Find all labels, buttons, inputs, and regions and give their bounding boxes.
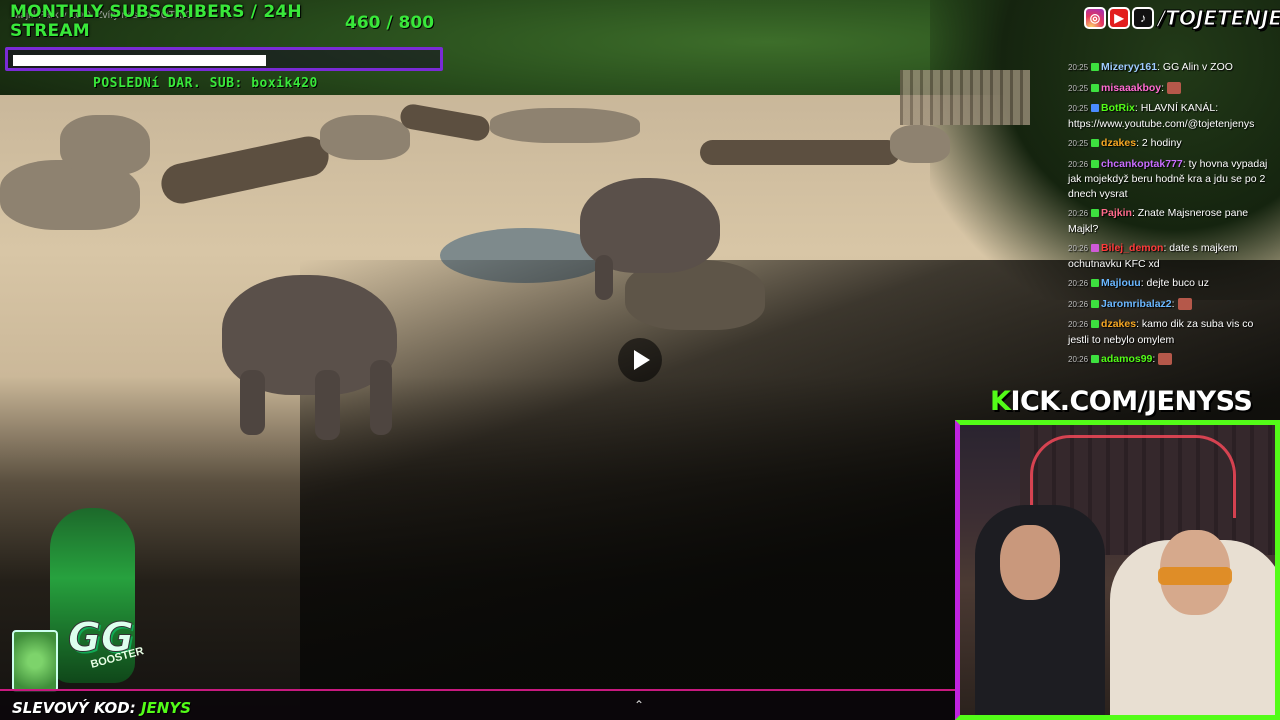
chat-time: 20:26 [1068, 320, 1089, 329]
chat-message: 20:26 Pajkin: Znate Majsnerose pane Majkl… [1068, 206, 1276, 236]
elephant-leg [595, 255, 613, 300]
play-button[interactable] [618, 338, 662, 382]
chat-time: 20:25 [1068, 83, 1089, 93]
chat-text: : [1161, 81, 1165, 94]
youtube-icon: ▶ [1108, 7, 1130, 29]
kick-k: K [990, 386, 1011, 417]
streamer-left-face [1000, 525, 1060, 600]
chat-badge-icon [1091, 299, 1100, 308]
chat-badge-icon [1091, 244, 1100, 253]
chat-badge-icon [1091, 320, 1100, 329]
webcam [955, 420, 1280, 720]
subs-progress-fill [13, 55, 266, 66]
chat-time: 20:25 [1068, 104, 1089, 113]
discount-code: SLEVOVÝ KOD: JENYS [12, 699, 191, 717]
chat-username[interactable]: adamos99 [1101, 353, 1152, 365]
chat-username[interactable]: Jaromribalaz2 [1101, 298, 1172, 310]
chat-text: : [1152, 353, 1156, 365]
social-bar: ◎ ▶ ♪ /TOJETENJENYS [1084, 4, 1280, 32]
discount-label: SLEVOVÝ KOD: [12, 699, 141, 717]
chat-username[interactable]: Majlouu [1101, 277, 1141, 289]
chat-message: 20:26 dzakes: kamo dik za suba vis co jes… [1068, 317, 1276, 347]
log [700, 140, 900, 165]
chat-message: 20:26 chcankoptak777: ty hovna vypadaj ja… [1068, 157, 1276, 202]
chat-time: 20:26 [1068, 279, 1089, 288]
chat-text: : 2 hodiny [1136, 137, 1182, 149]
chat-message: 20:25 misaaakboy: [1068, 81, 1276, 97]
subs-goal-title-line1: MONTHLY SUBSCRIBERS / 24H [10, 2, 302, 22]
chat-text: : GG Alin v ZOO [1157, 61, 1233, 73]
chat-time: 20:26 [1068, 244, 1089, 253]
chat-username[interactable]: BotRix [1101, 102, 1135, 114]
chat-text: : [1171, 297, 1175, 310]
subs-goal-title-line2: STREAM [10, 21, 90, 41]
fence [900, 70, 1030, 125]
chat-time: 20:26 [1068, 355, 1089, 364]
kick-url: KICK.COM/JENYSS [990, 386, 1253, 417]
chat-username[interactable]: dzakes [1101, 318, 1136, 330]
chat-time: 20:25 [1068, 63, 1089, 72]
chat-badge-icon [1091, 279, 1100, 288]
chat-badge-icon [1091, 355, 1100, 364]
chat-panel: 20:25 Mizeryy161: GG Alin v ZOO 20:25 misaa… [1068, 60, 1276, 373]
emote-icon [1177, 297, 1192, 310]
chat-badge-icon [1091, 159, 1100, 168]
play-icon [634, 350, 650, 370]
chat-username[interactable]: dzakes [1101, 137, 1136, 149]
chat-badge-icon [1091, 83, 1100, 92]
chat-message: 20:26 adamos99: [1068, 352, 1276, 368]
chat-username[interactable]: Pajkin [1101, 207, 1132, 219]
last-sub-label: POSLEDNí DAR. SUB: boxik420 [93, 76, 318, 91]
chat-time: 20:26 [1068, 209, 1089, 218]
rock [320, 115, 410, 160]
chat-badge-icon [1091, 209, 1100, 218]
subs-goal-title: MONTHLY SUBSCRIBERS / 24H STREAM [10, 3, 302, 41]
elephant-leg [315, 370, 340, 440]
kick-url-rest: ICK.COM/JENYSS [1010, 386, 1253, 417]
chat-time: 20:25 [1068, 139, 1089, 148]
subs-goal-count: 460 / 800 [345, 13, 435, 33]
elephant-leg [370, 360, 392, 435]
rock [490, 108, 640, 143]
chat-badge-icon [1091, 63, 1100, 72]
chat-message: 20:25 BotRix: HLAVNÍ KANÁL: https://www.y… [1068, 101, 1276, 131]
discount-code-value: JENYS [140, 699, 191, 717]
chat-username[interactable]: Mizeryy161 [1101, 61, 1157, 73]
tiktok-icon: ♪ [1132, 7, 1154, 29]
chat-message: 20:25 dzakes: 2 hodiny [1068, 136, 1276, 152]
chat-badge-icon [1091, 104, 1100, 113]
chat-username[interactable]: misaaakboy [1101, 82, 1161, 94]
emote-icon [1167, 81, 1181, 94]
chat-message: 20:26 Jaromribalaz2: [1068, 297, 1276, 313]
chat-message: 20:25 Mizeryy161: GG Alin v ZOO [1068, 60, 1276, 76]
chat-message: 20:26 Bilej_demon: date s majkem ochutnav… [1068, 241, 1276, 271]
subs-progress-bar [5, 47, 443, 71]
social-handle: /TOJETENJENYS [1158, 6, 1280, 31]
chevron-up-icon[interactable]: ⌃ [634, 698, 644, 712]
rock [60, 115, 150, 175]
sponsor-cup [12, 630, 58, 692]
chat-username[interactable]: chcankoptak777 [1101, 158, 1183, 170]
orange-glasses [1158, 567, 1232, 585]
emote-icon [1158, 353, 1173, 366]
chat-text: : dejte buco uz [1140, 277, 1209, 289]
rock [890, 125, 950, 163]
chat-time: 20:26 [1068, 299, 1089, 309]
chat-time: 20:26 [1068, 159, 1089, 169]
chat-badge-icon [1091, 139, 1100, 148]
instagram-icon: ◎ [1084, 7, 1106, 29]
elephant-leg [240, 370, 265, 435]
chat-username[interactable]: Bilej_demon [1101, 242, 1163, 254]
chat-message: 20:26 Majlouu: dejte buco uz [1068, 276, 1276, 292]
gg-booster-sponsor: GG BOOSTER [10, 500, 180, 695]
